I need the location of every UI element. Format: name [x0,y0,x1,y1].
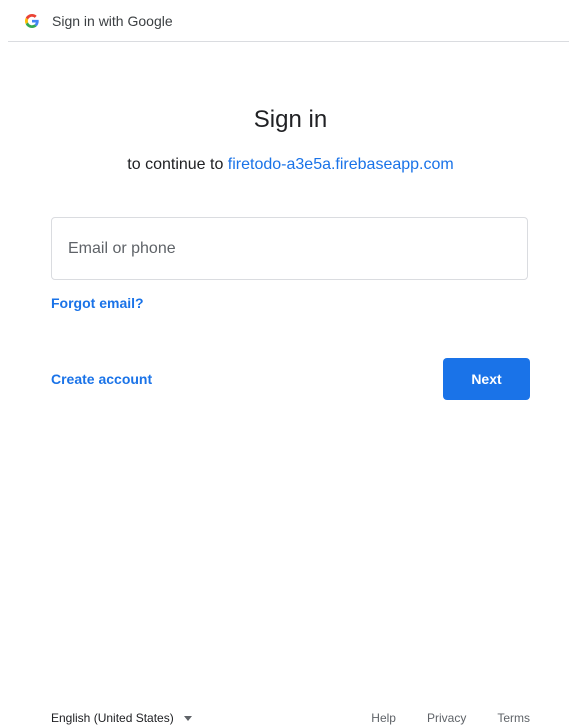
forgot-email-link[interactable]: Forgot email? [51,295,144,311]
language-label: English (United States) [51,711,174,725]
page-subtitle: to continue to firetodo-a3e5a.firebaseap… [0,156,569,174]
language-selector[interactable]: English (United States) [51,711,192,725]
sign-in-page: Sign in with Google Sign in to continue … [0,0,569,726]
terms-link[interactable]: Terms [497,711,530,725]
create-account-link[interactable]: Create account [51,371,152,387]
help-link[interactable]: Help [371,711,396,725]
footer-links: Help Privacy Terms [371,711,530,725]
email-input[interactable] [52,218,527,279]
privacy-link[interactable]: Privacy [427,711,466,725]
subtitle-prefix: to continue to [127,156,228,173]
caret-down-icon [183,715,192,721]
app-domain-link[interactable]: firetodo-a3e5a.firebaseapp.com [228,156,454,173]
header-title: Sign in with Google [52,12,173,29]
header-bar: Sign in with Google [8,0,569,42]
page-title: Sign in [253,106,328,133]
google-g-icon [25,13,39,28]
next-button[interactable]: Next [443,358,530,400]
email-field-container [51,217,528,280]
